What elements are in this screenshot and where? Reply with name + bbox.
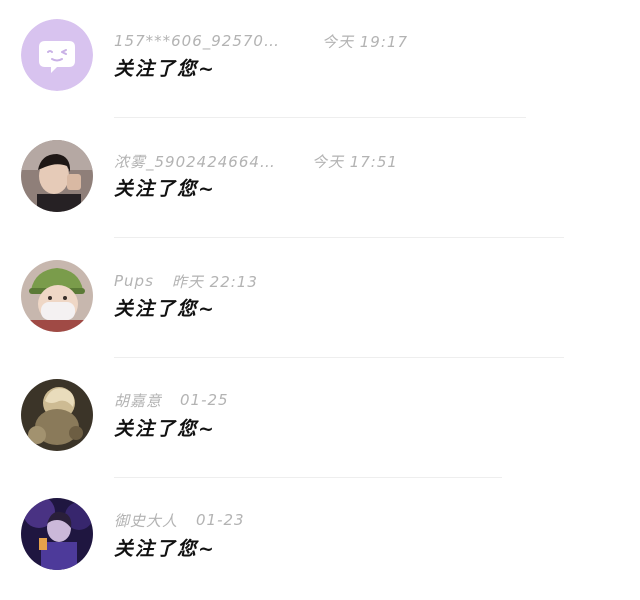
- username[interactable]: 御史大人: [114, 510, 178, 531]
- avatar[interactable]: [21, 19, 93, 91]
- divider: [114, 237, 564, 238]
- photo-avatar: [21, 498, 93, 570]
- notification-message: 关注了您~: [114, 418, 216, 440]
- list-item[interactable]: 157***606_925705… 今天 19:17 关注了您~: [0, 0, 640, 120]
- photo-avatar: [21, 379, 93, 451]
- username[interactable]: 浓雾_5902424664…: [114, 151, 276, 172]
- notification-message: 关注了您~: [114, 538, 216, 560]
- notification-message: 关注了您~: [114, 178, 216, 200]
- follower-notification-list: 157***606_925705… 今天 19:17 关注了您~ 浓雾_5902…: [0, 0, 640, 585]
- avatar[interactable]: [21, 498, 93, 570]
- timestamp: 昨天 22:13: [171, 272, 258, 291]
- meta-row: Pups 昨天 22:13: [114, 270, 258, 292]
- default-avatar-icon: [21, 19, 93, 91]
- username[interactable]: 胡嘉意: [114, 390, 162, 411]
- username[interactable]: Pups: [114, 272, 154, 290]
- divider: [114, 477, 502, 478]
- timestamp: 01-25: [180, 391, 229, 409]
- divider: [114, 357, 564, 358]
- meta-row: 胡嘉意 01-25: [114, 389, 229, 411]
- meta-row: 浓雾_5902424664… 今天 17:51: [114, 150, 398, 172]
- timestamp: 01-23: [196, 511, 245, 529]
- avatar[interactable]: [21, 260, 93, 332]
- meta-row: 157***606_925705… 今天 19:17: [114, 30, 408, 52]
- meta-row: 御史大人 01-23: [114, 509, 245, 531]
- notification-message: 关注了您~: [114, 58, 216, 80]
- avatar[interactable]: [21, 140, 93, 212]
- photo-avatar: [21, 260, 93, 332]
- divider: [114, 117, 526, 118]
- list-item[interactable]: 胡嘉意 01-25 关注了您~: [0, 360, 640, 480]
- list-item[interactable]: 浓雾_5902424664… 今天 17:51 关注了您~: [0, 120, 640, 240]
- notification-message: 关注了您~: [114, 298, 216, 320]
- timestamp: 今天 17:51: [311, 152, 398, 171]
- list-item[interactable]: 御史大人 01-23 关注了您~: [0, 480, 640, 600]
- username[interactable]: 157***606_925705…: [114, 32, 286, 50]
- avatar[interactable]: [21, 379, 93, 451]
- list-item[interactable]: Pups 昨天 22:13 关注了您~: [0, 240, 640, 360]
- timestamp: 今天 19:17: [322, 32, 408, 51]
- photo-avatar: [21, 140, 93, 212]
